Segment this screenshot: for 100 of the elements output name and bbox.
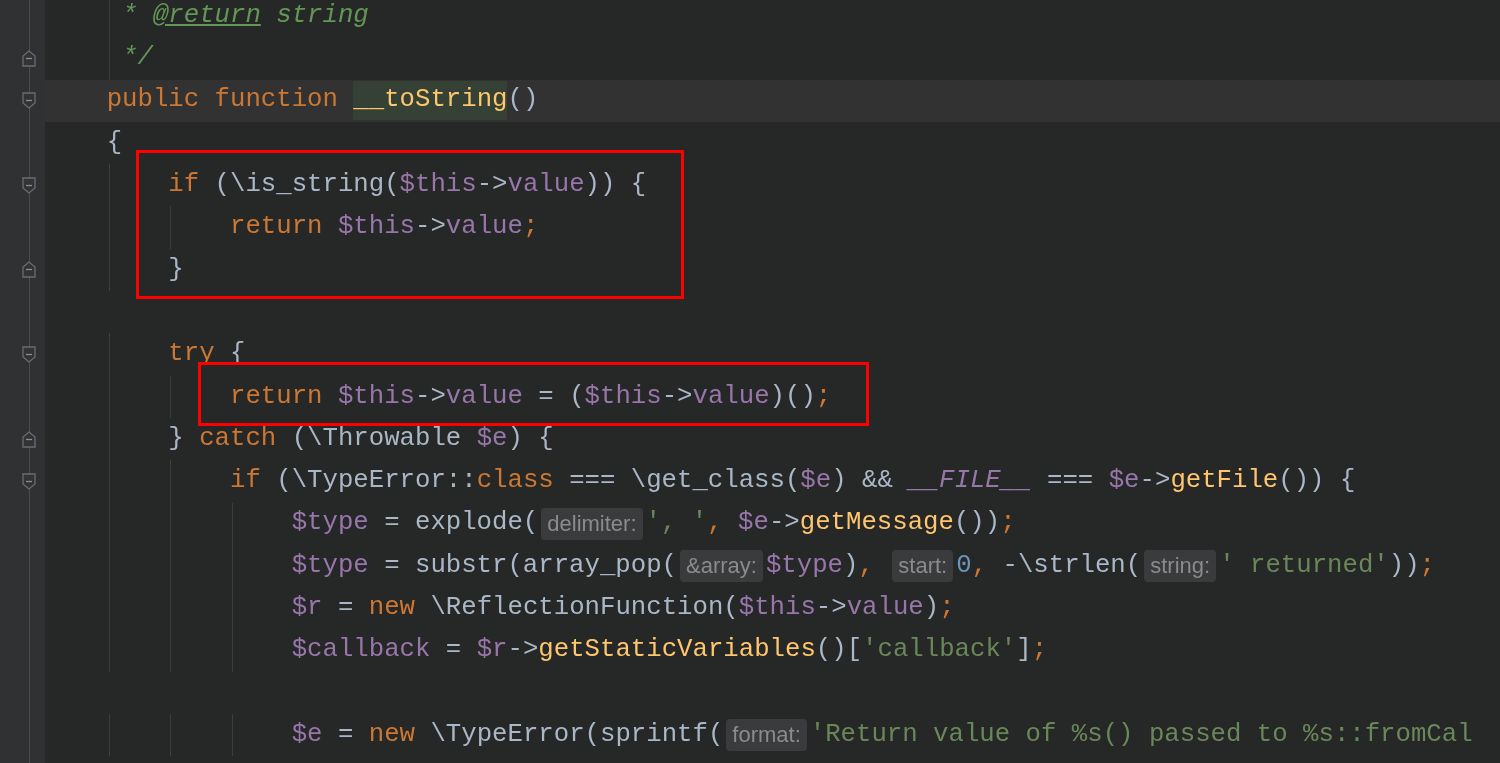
code-token: public function — [105, 84, 339, 117]
fold-icon[interactable] — [22, 92, 36, 110]
code-token: = — [444, 634, 463, 667]
code-token: = ( — [537, 380, 585, 413]
code-token: { — [105, 126, 123, 159]
code-token: $this — [738, 592, 816, 625]
code-token: === — [1046, 465, 1095, 498]
code-token: 0 — [956, 549, 972, 582]
code-token: } — [167, 422, 185, 455]
fold-icon[interactable] — [22, 472, 36, 490]
code-token: $type — [290, 549, 369, 582]
code-token: __toString — [353, 81, 508, 120]
code-token: $callback — [290, 634, 431, 667]
parameter-hint: format: — [726, 719, 807, 752]
code-token: (\is_string( — [214, 169, 400, 202]
code-token: ) — [923, 592, 940, 625]
code-token: $this — [399, 169, 477, 202]
code-token: -> — [815, 592, 847, 625]
fold-icon[interactable] — [22, 176, 36, 194]
code-token: , — [707, 507, 724, 540]
code-token: */ — [121, 42, 153, 75]
code-token: ) — [843, 549, 859, 582]
code-token: $this — [337, 380, 415, 413]
code-token: ()) { — [1278, 465, 1356, 498]
code-token: getStaticVariables — [538, 634, 816, 667]
parameter-hint: &array: — [680, 550, 763, 582]
code-token: value — [692, 380, 770, 413]
code-token: (\TypeError:: — [276, 465, 477, 498]
code-token: value — [846, 592, 924, 625]
code-token: , — [858, 549, 875, 582]
code-token: ; — [815, 380, 832, 413]
code-token: return — [228, 380, 324, 413]
code-token: value — [445, 380, 523, 413]
code-token: $r — [476, 634, 508, 667]
code-token: ; — [1031, 634, 1048, 667]
code-token: -> — [768, 507, 800, 540]
code-token: = substr(array_pop( — [383, 549, 678, 582]
unfold-icon[interactable] — [22, 49, 36, 67]
code-token: value — [507, 169, 585, 202]
code-token: -> — [414, 211, 446, 244]
code-token: \TypeError(sprintf( — [430, 718, 724, 751]
code-token: if — [167, 169, 201, 202]
code-token: if — [228, 465, 262, 498]
unfold-icon[interactable] — [22, 261, 36, 279]
code-token: ] — [1016, 634, 1032, 667]
code-token: )) { — [584, 169, 647, 202]
code-token: ()[ — [815, 634, 863, 667]
code-token: 'Return value of %s() passed to %s::fromCal — [809, 718, 1473, 751]
code-token: (\Throwable — [291, 422, 463, 455]
code-token: new — [368, 718, 416, 751]
code-token: getMessage — [799, 507, 954, 540]
code-token: )() — [769, 380, 816, 413]
code-token: = — [336, 592, 355, 625]
code-token: )) — [1388, 549, 1420, 582]
code-token: -\strlen( — [1002, 549, 1142, 582]
code-token: ', ' — [645, 507, 708, 540]
code-token: $r — [290, 592, 323, 625]
code-token: $e — [1108, 465, 1140, 498]
code-token: $this — [337, 211, 415, 244]
code-token: 'callback' — [862, 634, 1017, 667]
code-token: -> — [661, 380, 693, 413]
code-token: -> — [414, 380, 446, 413]
code-token: $type — [290, 507, 369, 540]
code-token: $e — [738, 507, 769, 540]
fold-icon[interactable] — [22, 346, 36, 363]
code-token: , — [971, 549, 989, 582]
code-token: ; — [1419, 549, 1435, 582]
code-token: -> — [507, 634, 539, 667]
code-token: \ReflectionFunction( — [430, 592, 739, 625]
parameter-hint: string: — [1144, 550, 1217, 582]
code-token: ) { — [507, 422, 554, 455]
code-token: string — [275, 0, 369, 32]
code-token: ; — [522, 211, 539, 244]
code-token: new — [368, 592, 416, 625]
code-token: ; — [1000, 507, 1016, 540]
code-token: } — [167, 253, 184, 286]
code-token: getFile — [1170, 465, 1279, 498]
code-token: ; — [939, 592, 955, 625]
code-token: $e — [800, 465, 832, 498]
code-token: = explode( — [383, 507, 539, 540]
code-token: ' returned' — [1219, 549, 1389, 582]
code-token: $e — [290, 718, 323, 751]
parameter-hint: delimiter: — [541, 507, 643, 540]
unfold-icon[interactable] — [22, 430, 36, 448]
code-token: -> — [1139, 465, 1171, 498]
parameter-hint: start: — [892, 550, 954, 582]
code-token: class — [476, 465, 554, 498]
code-token: @return — [152, 0, 261, 32]
code-token: catch — [199, 422, 278, 455]
code-token: * — [121, 0, 139, 32]
code-token: $type — [765, 549, 844, 582]
code-token: __FILE__ — [908, 465, 1032, 498]
code-token: value — [445, 211, 523, 244]
code-token: ) && — [831, 465, 894, 498]
code-token: ()) — [953, 507, 1001, 540]
code-token: $this — [584, 380, 662, 413]
code-token: = — [336, 718, 355, 751]
code-token: -> — [476, 169, 508, 202]
code-token: () — [507, 84, 539, 117]
code-token: $e — [476, 422, 508, 455]
